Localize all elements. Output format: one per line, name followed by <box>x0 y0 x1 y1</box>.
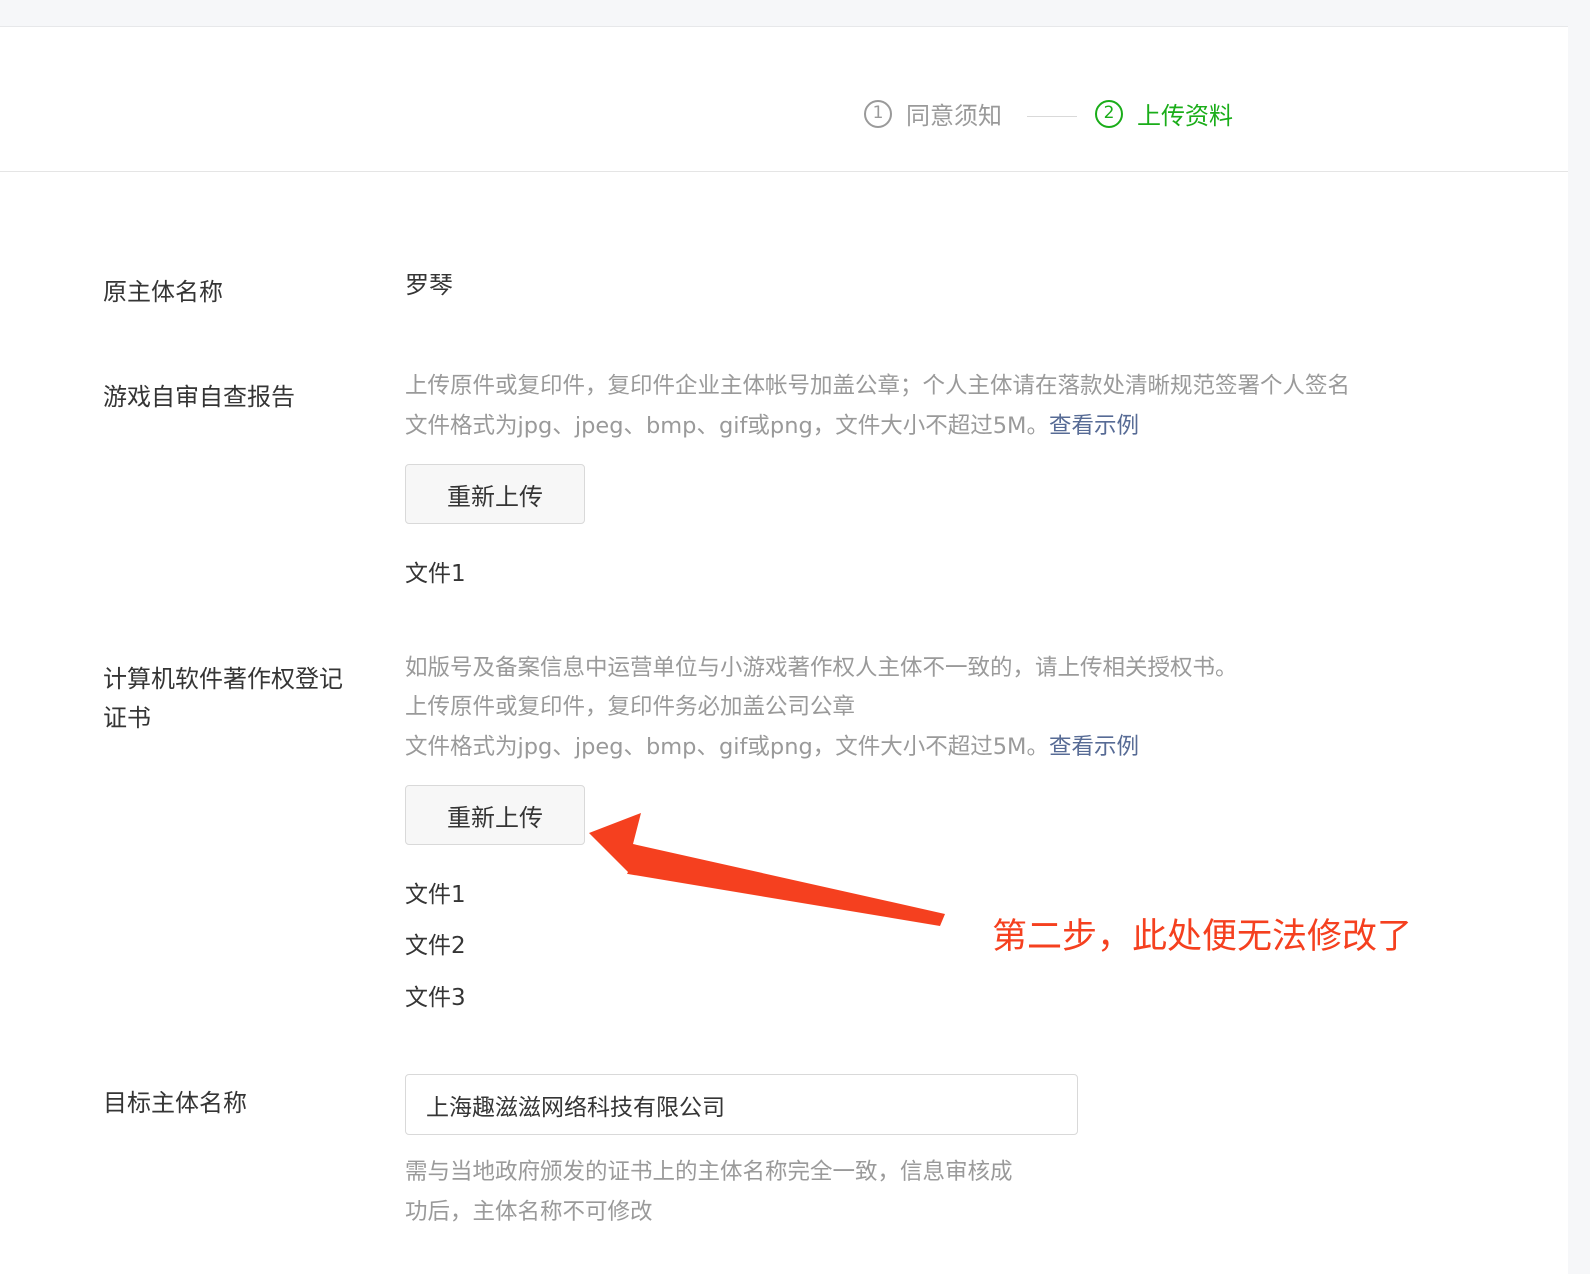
page-edge <box>1568 26 1590 1274</box>
copyright-example-link[interactable]: 查看示例 <box>1049 734 1139 760</box>
copyright-reupload-button[interactable]: 重新上传 <box>405 785 585 845</box>
target-entity-label: 目标主体名称 <box>103 1089 247 1117</box>
original-entity-label: 原主体名称 <box>103 278 223 306</box>
step-agree-notice: 1 同意须知 <box>864 96 1002 131</box>
copyright-hint-2: 上传原件或复印件，复印件务必加盖公司公章 <box>405 694 856 720</box>
self-check-hint-2: 文件格式为jpg、jpeg、bmp、gif或png，文件大小不超过5M。 <box>405 413 1049 439</box>
copyright-file-3[interactable]: 文件3 <box>405 978 466 1012</box>
step-number-2: 2 <box>1095 99 1123 128</box>
copyright-hint-1: 如版号及备案信息中运营单位与小游戏著作权人主体不一致的，请上传相关授权书。 <box>405 655 1238 681</box>
annotation-text: 第二步，此处便无法修改了 <box>992 917 1413 957</box>
copyright-cert-label: 计算机软件著作权登记 证书 <box>103 660 343 738</box>
self-check-reupload-button[interactable]: 重新上传 <box>405 464 585 524</box>
self-check-hint-2-row: 文件格式为jpg、jpeg、bmp、gif或png，文件大小不超过5M。查看示例 <box>405 406 1139 446</box>
target-entity-hint-2: 功后，主体名称不可修改 <box>405 1199 653 1225</box>
self-check-example-link[interactable]: 查看示例 <box>1049 413 1139 439</box>
original-entity-value: 罗琴 <box>405 271 453 299</box>
copyright-hint-3: 文件格式为jpg、jpeg、bmp、gif或png，文件大小不超过5M。 <box>405 734 1049 760</box>
step-indicator: 1 同意须知 2 上传资料 <box>0 26 1568 172</box>
step-label-2: 上传资料 <box>1137 102 1233 130</box>
copyright-file-1[interactable]: 文件1 <box>405 875 466 909</box>
self-check-report-label: 游戏自审自查报告 <box>103 383 295 411</box>
annotation-arrow-shape <box>589 813 945 926</box>
target-entity-input[interactable]: 上海趣滋滋网络科技有限公司 <box>405 1074 1078 1135</box>
target-entity-input-value: 上海趣滋滋网络科技有限公司 <box>426 1094 725 1121</box>
step-connector <box>1027 116 1077 117</box>
self-check-file-1[interactable]: 文件1 <box>405 554 466 588</box>
target-entity-hint-1: 需与当地政府颁发的证书上的主体名称完全一致，信息审核成 <box>405 1159 1013 1185</box>
copyright-cert-label-line2: 证书 <box>103 704 151 732</box>
top-bar <box>0 0 1590 27</box>
copyright-hint-3-row: 文件格式为jpg、jpeg、bmp、gif或png，文件大小不超过5M。查看示例 <box>405 727 1139 767</box>
copyright-file-2[interactable]: 文件2 <box>405 926 466 960</box>
step-number-1: 1 <box>864 99 892 128</box>
step-label-1: 同意须知 <box>906 102 1002 130</box>
self-check-hint-1: 上传原件或复印件，复印件企业主体帐号加盖公章；个人主体请在落款处清晰规范签署个人… <box>405 373 1351 399</box>
copyright-cert-label-line1: 计算机软件著作权登记 <box>103 665 343 693</box>
step-upload-materials: 2 上传资料 <box>1095 96 1233 131</box>
